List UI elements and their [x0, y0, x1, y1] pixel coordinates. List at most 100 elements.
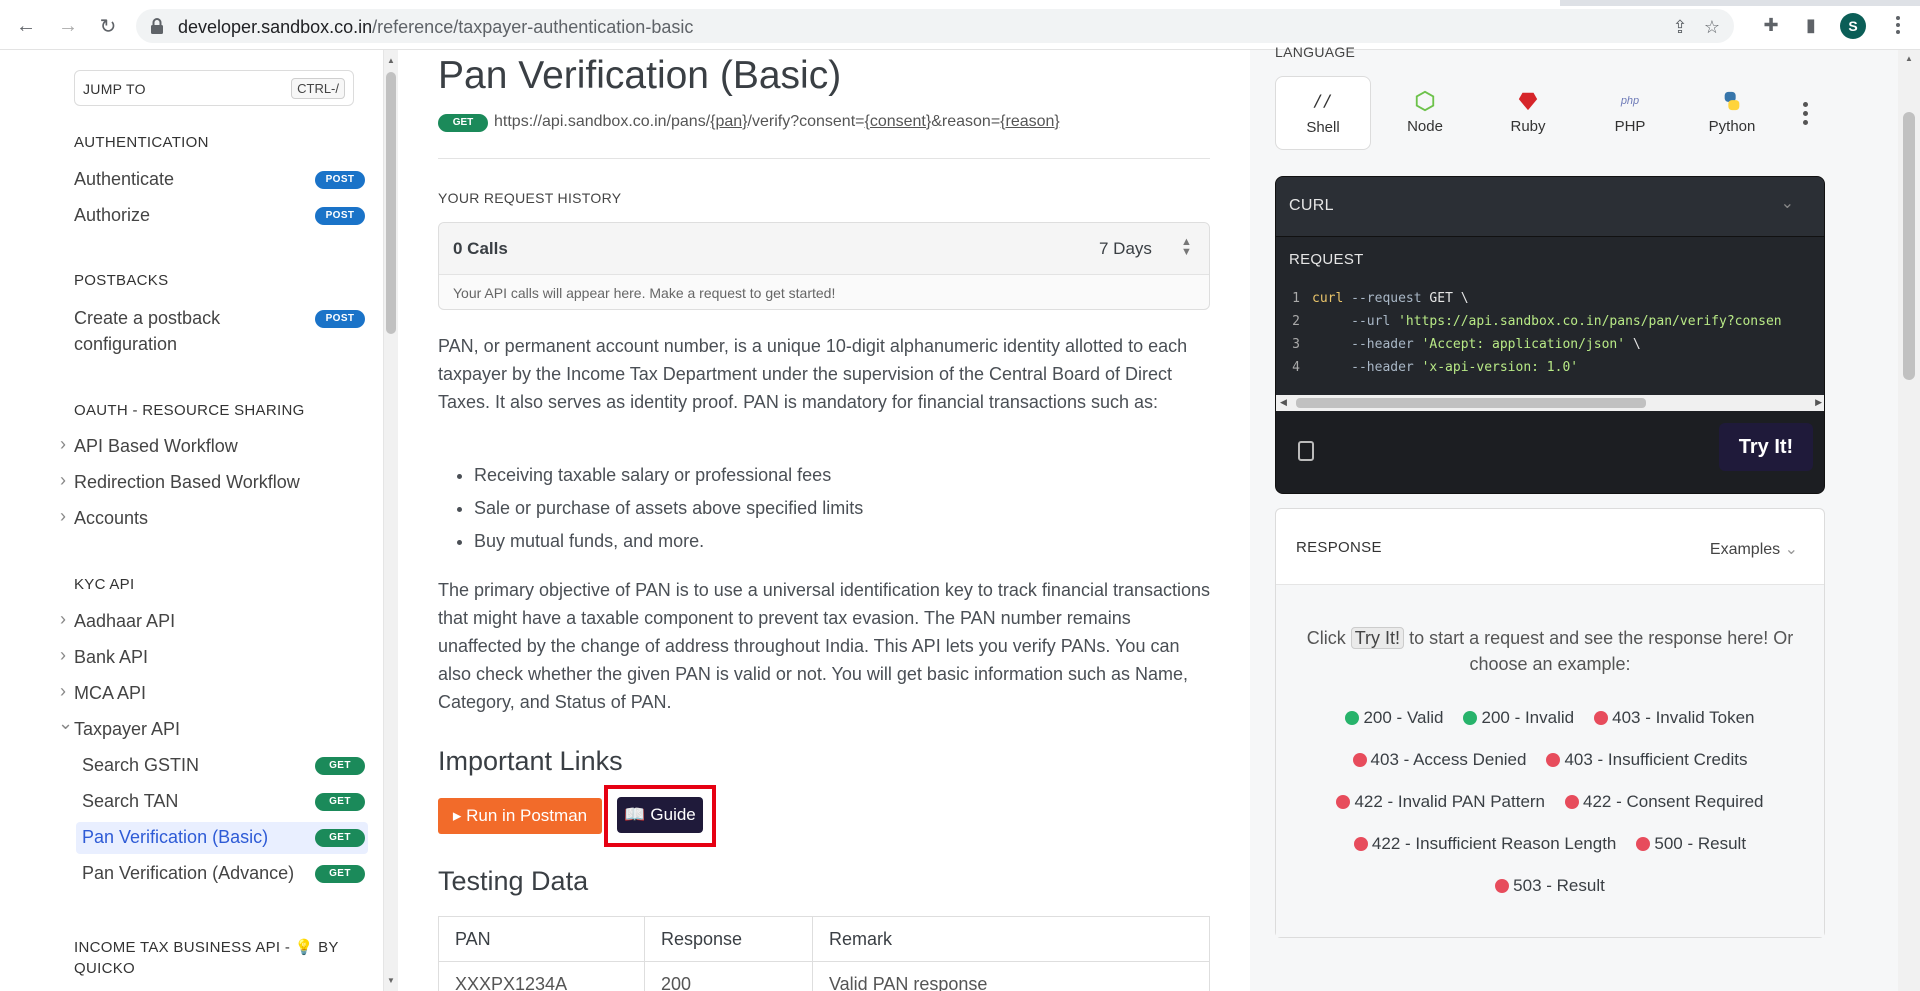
sidebar-item-search-tan[interactable]: Search TAN [82, 791, 178, 812]
sidebar-scrollbar[interactable]: ▲ ▼ [384, 50, 398, 991]
error-dot-icon [1336, 795, 1351, 809]
tab-shell[interactable]: // Shell [1275, 76, 1371, 150]
get-badge: GET [315, 793, 365, 811]
description-paragraph-2: The primary objective of PAN is to use a… [438, 580, 1211, 712]
request-label: REQUEST [1289, 251, 1364, 268]
response-example[interactable]: 503 - Result [1495, 865, 1605, 907]
list-item: Sale or purchase of assets above specifi… [474, 495, 863, 522]
response-example[interactable]: 422 - Insufficient Reason Length [1353, 823, 1617, 865]
get-badge: GET [315, 829, 365, 847]
response-example[interactable]: 200 - Invalid [1463, 697, 1574, 739]
browser-menu-icon[interactable] [1888, 14, 1908, 36]
bookmark-star-icon[interactable]: ☆ [1702, 17, 1722, 37]
copy-icon[interactable] [1298, 441, 1314, 461]
description-list: Receiving taxable salary or professional… [474, 462, 863, 561]
section-income-tax: INCOME TAX BUSINESS API - 💡 BY [74, 939, 339, 956]
response-example[interactable]: 422 - Consent Required [1565, 781, 1764, 823]
response-hint: Click Try It! to start a request and see… [1306, 627, 1794, 674]
table-cell: Valid PAN response [812, 961, 1210, 991]
jump-to-search[interactable]: JUMP TO CTRL-/ [74, 70, 354, 106]
sidebar-item-redirection-workflow[interactable]: Redirection Based Workflow [60, 470, 300, 493]
post-badge: POST [315, 207, 365, 225]
sidebar-item-authenticate[interactable]: Authenticate [74, 169, 174, 190]
response-example-label: 403 - Invalid Token [1612, 708, 1755, 727]
history-label: YOUR REQUEST HISTORY [438, 190, 622, 206]
try-it-button[interactable]: Try It! [1719, 423, 1813, 471]
main-content: Pan Verification (Basic) GET https://api… [398, 50, 1250, 991]
code-line: 2 --url 'https://api.sandbox.co.in/pans/… [1292, 314, 1782, 329]
sidebar-item-authorize[interactable]: Authorize [74, 205, 150, 226]
tab-php[interactable]: php PHP [1582, 76, 1678, 150]
tab-ruby[interactable]: Ruby [1480, 76, 1576, 150]
sidebar-item-mca[interactable]: MCA API [60, 681, 146, 704]
sidebar-item-pan-advance[interactable]: Pan Verification (Advance) [82, 863, 294, 884]
extensions-icon[interactable]: ✚ [1760, 14, 1782, 36]
error-dot-icon [1352, 753, 1367, 767]
guide-button[interactable]: 📖 Guide [617, 797, 703, 833]
shell-icon: // [1313, 91, 1333, 110]
sidebar-item-aadhaar[interactable]: Aadhaar API [60, 609, 175, 632]
share-icon[interactable]: ⇪ [1670, 17, 1690, 37]
response-example[interactable]: 500 - Result [1636, 823, 1746, 865]
profile-avatar[interactable]: S [1840, 13, 1866, 39]
response-example[interactable]: 403 - Invalid Token [1594, 697, 1755, 739]
sidebar-item-accounts[interactable]: Accounts [60, 506, 148, 529]
more-languages-icon[interactable] [1803, 102, 1809, 129]
page-scrollbar[interactable]: ▲ [1898, 50, 1920, 991]
chevron-down-icon[interactable]: ⌄ [1781, 193, 1794, 213]
run-in-postman-button[interactable]: ▸ Run in Postman [438, 798, 602, 834]
error-dot-icon [1546, 753, 1561, 767]
calls-count: 0 Calls [453, 239, 508, 258]
forward-icon[interactable]: → [56, 14, 80, 38]
sidebar-item-create-postback[interactable]: Create a postback [74, 308, 220, 329]
sidebar-item-bank[interactable]: Bank API [60, 645, 148, 668]
get-badge: GET [315, 865, 365, 883]
testing-data-heading: Testing Data [438, 866, 589, 896]
section-authentication: AUTHENTICATION [74, 134, 209, 151]
response-example[interactable]: 200 - Valid [1345, 697, 1443, 739]
error-dot-icon [1495, 879, 1510, 893]
side-panel-icon[interactable]: ▮ [1800, 14, 1822, 36]
section-kyc: KYC API [74, 576, 135, 593]
column-header: PAN [438, 916, 645, 962]
sidebar: JUMP TO CTRL-/ AUTHENTICATION Authentica… [0, 50, 384, 991]
right-panel: LANGUAGE // Shell Node Ruby php PHP Pyth… [1250, 44, 1920, 991]
response-example-label: 200 - Invalid [1481, 708, 1575, 727]
response-example-label: 422 - Insufficient Reason Length [1371, 834, 1617, 853]
examples-row: 422 - Insufficient Reason Length 500 - Re… [1286, 823, 1814, 865]
method-badge: GET [438, 114, 488, 132]
response-example[interactable]: 403 - Insufficient Credits [1546, 739, 1747, 781]
examples-dropdown[interactable]: Examples ⌄ [1710, 539, 1798, 559]
tab-node[interactable]: Node [1377, 76, 1473, 150]
sidebar-item-api-workflow[interactable]: API Based Workflow [60, 434, 238, 457]
days-select[interactable]: 7 Days [1099, 239, 1152, 259]
lock-icon [151, 18, 163, 34]
testing-data-table: PAN Response Remark XXXPX1234A 200 Valid… [438, 916, 1210, 991]
code-block: 1 curl --request GET \ 2 --url 'https://ap… [1276, 287, 1824, 379]
post-badge: POST [315, 310, 365, 328]
back-icon[interactable]: ← [14, 14, 38, 38]
response-example[interactable]: 403 - Access Denied [1352, 739, 1527, 781]
address-bar[interactable]: developer.sandbox.co.in/reference/taxpay… [136, 9, 1734, 43]
select-arrows-icon[interactable]: ▲ ▼ [1181, 237, 1192, 258]
section-oauth: OAUTH - RESOURCE SHARING [74, 402, 305, 419]
tab-python[interactable]: Python [1684, 76, 1780, 150]
response-example[interactable]: 422 - Invalid PAN Pattern [1336, 781, 1545, 823]
sidebar-item-search-gstin[interactable]: Search GSTIN [82, 755, 199, 776]
examples-row: 503 - Result [1286, 865, 1814, 907]
php-icon: php [1620, 95, 1640, 107]
reload-icon[interactable]: ↻ [96, 14, 120, 38]
response-example-label: 403 - Access Denied [1370, 750, 1527, 769]
list-item: Receiving taxable salary or professional… [474, 462, 863, 489]
response-example-label: 200 - Valid [1363, 708, 1444, 727]
section-income-tax-line2: QUICKO [74, 960, 135, 977]
get-badge: GET [315, 757, 365, 775]
python-icon [1724, 91, 1740, 111]
sidebar-item-taxpayer[interactable]: Taxpayer API [58, 713, 180, 740]
code-horizontal-scrollbar[interactable]: ◀ ▶ [1276, 395, 1824, 411]
sidebar-item-pan-basic[interactable]: Pan Verification (Basic) [82, 827, 268, 848]
language-label: LANGUAGE [1275, 44, 1356, 60]
column-header: Remark [812, 916, 1210, 962]
error-dot-icon [1636, 837, 1651, 851]
sidebar-item-create-postback-line2[interactable]: configuration [74, 334, 177, 355]
